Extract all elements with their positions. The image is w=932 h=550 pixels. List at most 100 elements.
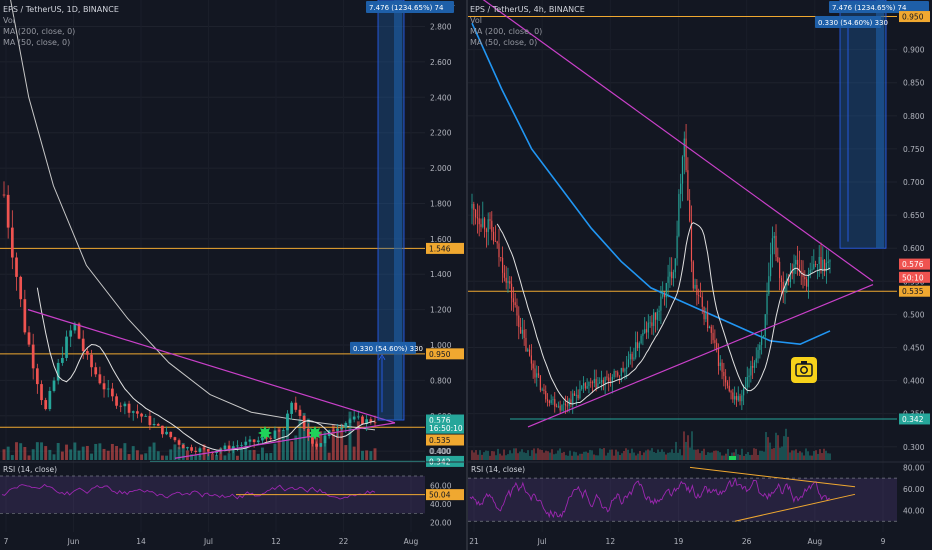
right-volume-bar <box>539 449 541 460</box>
right-candle-body <box>728 385 730 392</box>
right-volume-bar <box>701 450 703 460</box>
left-candle-body <box>19 276 23 300</box>
right-price-tick-label: 0.700 <box>903 178 925 187</box>
right-volume-bar <box>781 446 783 460</box>
left-price-tick-label: 1.200 <box>430 306 452 315</box>
right-volume-bar <box>817 453 819 460</box>
right-volume-bar <box>553 454 555 460</box>
right-volume-bar <box>567 455 569 460</box>
right-vol-indicator[interactable]: Vol <box>470 15 585 26</box>
left-candle-body <box>240 444 243 446</box>
left-candle-body <box>69 330 73 337</box>
right-candle-body <box>595 378 597 389</box>
right-volume-bar <box>565 455 567 460</box>
left-volume-bar <box>90 453 93 460</box>
right-ma200-indicator[interactable]: MA (200, close, 0) <box>470 26 585 37</box>
right-candle-body <box>716 342 718 350</box>
right-candle-body <box>743 387 745 396</box>
right-candle-body <box>552 399 554 401</box>
left-price-tick-label: 2.000 <box>430 164 452 173</box>
left-volume-bar <box>27 455 31 460</box>
right-candle-body <box>573 393 576 396</box>
right-volume-bar <box>813 451 815 460</box>
left-candle-body <box>81 338 85 352</box>
right-candle-body <box>489 219 491 221</box>
right-volume-bar <box>491 451 493 460</box>
left-volume-bar <box>31 449 35 460</box>
left-candle-body <box>373 422 377 424</box>
right-candle-body <box>678 193 680 236</box>
left-candle-body <box>344 422 348 428</box>
left-volume-bar <box>156 451 160 460</box>
right-volume-bar <box>603 448 605 460</box>
right-candle-body <box>516 305 518 316</box>
left-volume-bar <box>240 448 244 460</box>
left-candle-body <box>248 439 252 442</box>
right-volume-bar <box>605 455 607 460</box>
right-target-label-small: 0.330 (54.60%) 330 <box>818 19 888 27</box>
right-price-tick-label: 0.450 <box>903 343 925 352</box>
right-volume-bar <box>667 452 669 460</box>
camera-icon-bg <box>791 357 817 383</box>
left-ma50-indicator[interactable]: MA (50, close, 0) <box>3 37 119 48</box>
left-candle-body <box>269 437 273 439</box>
right-volume-bar <box>679 449 681 460</box>
left-candle-body <box>336 429 339 431</box>
left-candle-body <box>340 427 344 430</box>
right-candle-body <box>712 332 714 341</box>
left-volume-bar <box>60 451 64 460</box>
right-candle-body <box>685 138 687 171</box>
right-x-tick-label: Jul <box>537 537 547 546</box>
left-price-tick-label: 0.800 <box>430 376 452 385</box>
left-x-tick-label: Jun <box>67 537 80 546</box>
right-candle-body <box>627 359 630 368</box>
left-price-axis-label: 16:50:10 <box>429 424 463 433</box>
right-volume-bar <box>571 455 573 460</box>
left-volume-bar <box>102 448 106 460</box>
right-signal-marker <box>729 456 736 460</box>
right-volume-bar <box>635 455 637 460</box>
left-target-box-stripe <box>394 0 402 421</box>
right-candle-body <box>766 293 768 315</box>
right-volume-bar <box>737 454 739 460</box>
left-candle-body <box>169 431 173 438</box>
right-candle-body <box>492 231 495 242</box>
left-volume-bar <box>265 453 269 460</box>
right-volume-bar <box>829 453 831 460</box>
right-volume-bar <box>507 454 509 460</box>
right-price-axis-label: 0.950 <box>902 13 924 22</box>
left-candle-body <box>198 448 202 452</box>
left-candle-body <box>361 416 364 424</box>
right-ma50-indicator[interactable]: MA (50, close, 0) <box>470 37 585 48</box>
right-candle-body <box>680 183 682 194</box>
dual-chart-canvas[interactable]: 2.800 2.600 2.400 2.200 2.000 1.800 1.600 1.400… <box>0 0 932 550</box>
left-candle-body <box>115 396 118 406</box>
left-volume-bar <box>160 455 164 460</box>
right-volume-bar <box>479 450 481 460</box>
left-volume-bar <box>35 442 39 460</box>
right-volume-bar <box>599 448 601 460</box>
right-volume-bar <box>661 449 663 460</box>
right-candle-body <box>721 362 723 372</box>
left-vol-indicator[interactable]: Vol <box>3 15 119 26</box>
right-candle-body <box>622 368 624 372</box>
right-price-tick-label: 0.750 <box>903 145 925 154</box>
left-candle-body <box>156 423 160 426</box>
left-ma200-indicator[interactable]: MA (200, close, 0) <box>3 26 119 37</box>
left-volume-bar <box>106 450 110 460</box>
right-volume-bar <box>645 450 647 460</box>
right-candle-body <box>656 311 658 320</box>
right-candle-body <box>642 333 644 336</box>
right-chart-title[interactable]: EPS / TetherUS, 4h, BINANCE <box>470 4 585 15</box>
right-candle-body <box>669 271 671 277</box>
left-rsi-title: RSI (14, close) <box>3 465 57 474</box>
left-price-axis-label: 0.535 <box>429 436 451 445</box>
left-chart-title[interactable]: EPS / TetherUS, 1D, BINANCE <box>3 4 119 15</box>
right-volume-bar <box>811 455 813 460</box>
right-candle-body <box>510 283 513 299</box>
right-volume-bar <box>715 450 717 460</box>
left-price-axis-label: 0.950 <box>429 350 451 359</box>
right-volume-bar <box>743 455 745 460</box>
right-volume-bar <box>815 450 817 460</box>
camera-icon[interactable] <box>791 357 817 383</box>
